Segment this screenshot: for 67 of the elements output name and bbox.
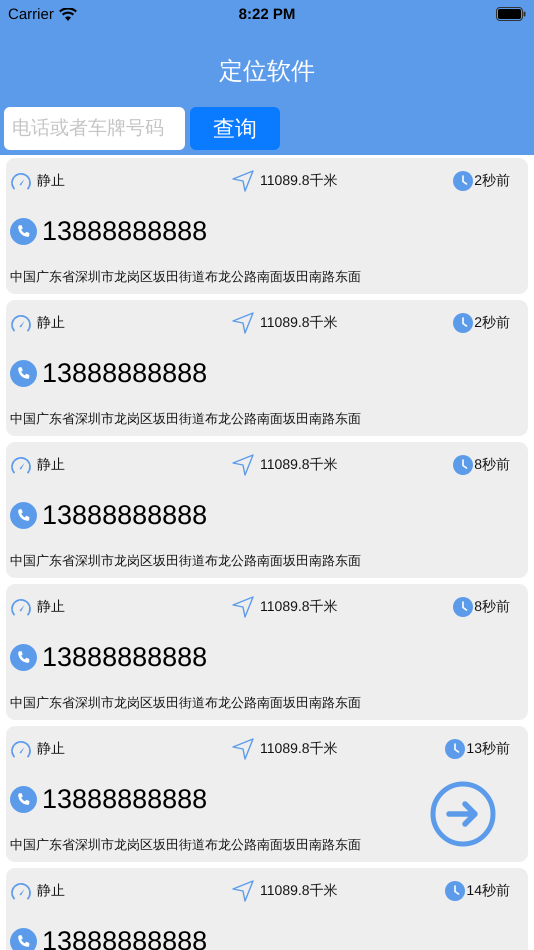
address-text: 中国广东省深圳市龙岗区坂田街道布龙公路南面坂田南路东面 [10, 836, 362, 854]
navigation-arrow-icon [231, 879, 255, 903]
time-ago: 13秒前 [466, 740, 510, 758]
motion-status: 静止 [37, 882, 65, 900]
speedometer-icon [10, 597, 32, 617]
address-text: 中国广东省深圳市龙岗区坂田街道布龙公路南面坂田南路东面 [10, 552, 362, 570]
phone-icon [10, 928, 37, 950]
phone-icon [10, 502, 37, 528]
time-ago: 2秒前 [474, 172, 510, 190]
record-card[interactable]: 静止 11089.8千米 2秒前 13888888888 中国广东省深圳市龙岗区坂田街道布龙公路南面坂田南路东面 [6, 158, 528, 294]
phone-number: 13888888888 [42, 926, 208, 950]
clock-icon [453, 313, 474, 333]
phone-number: 13888888888 [42, 642, 208, 672]
distance-label: 11089.8千米 [260, 598, 338, 616]
address-text: 中国广东省深圳市龙岗区坂田街道布龙公路南面坂田南路东面 [10, 694, 362, 712]
record-card[interactable]: 静止 11089.8千米 8秒前 13888888888 中国广东省深圳市龙岗区坂田街道布龙公路南面坂田南路东面 [6, 584, 528, 720]
arrow-circle-button[interactable] [430, 781, 496, 847]
speedometer-icon [10, 881, 32, 901]
phone-icon [10, 786, 37, 812]
battery-icon [496, 7, 526, 21]
clock-icon [445, 739, 466, 759]
phone-icon [10, 644, 37, 670]
navigation-arrow-icon [231, 169, 255, 193]
motion-status: 静止 [37, 314, 65, 332]
motion-status: 静止 [37, 456, 65, 474]
distance-label: 11089.8千米 [260, 882, 338, 900]
page-title: 定位软件 [219, 57, 315, 87]
navigation-arrow-icon [231, 453, 255, 477]
record-card[interactable]: 静止 11089.8千米 13秒前 13888888888 中国广东省深圳市龙岗区坂田街道布龙公路南面坂田南路东面 [6, 726, 528, 862]
phone-number: 13888888888 [42, 216, 208, 246]
address-text: 中国广东省深圳市龙岗区坂田街道布龙公路南面坂田南路东面 [10, 268, 362, 286]
motion-status: 静止 [37, 598, 65, 616]
distance-label: 11089.8千米 [260, 172, 338, 190]
phone-number: 13888888888 [42, 358, 208, 388]
distance-label: 11089.8千米 [260, 314, 338, 332]
clock-time: 8:22 PM [238, 6, 296, 22]
record-card[interactable]: 静止 11089.8千米 2秒前 13888888888 中国广东省深圳市龙岗区坂田街道布龙公路南面坂田南路东面 [6, 300, 528, 436]
time-ago: 8秒前 [474, 456, 510, 474]
motion-status: 静止 [37, 740, 65, 758]
clock-icon [445, 881, 466, 901]
time-ago: 14秒前 [466, 882, 510, 900]
distance-label: 11089.8千米 [260, 456, 338, 474]
speedometer-icon [10, 455, 32, 475]
wifi-icon [58, 8, 77, 20]
record-card[interactable]: 静止 11089.8千米 14秒前 13888888888 [6, 868, 528, 950]
motion-status: 静止 [37, 172, 65, 190]
speedometer-icon [10, 313, 32, 333]
search-field[interactable]: 电话或者车牌号码 [4, 107, 185, 150]
navigation-arrow-icon [231, 311, 255, 335]
phone-icon [10, 218, 37, 244]
record-card[interactable]: 静止 11089.8千米 8秒前 13888888888 中国广东省深圳市龙岗区坂田街道布龙公路南面坂田南路东面 [6, 442, 528, 578]
clock-icon [453, 455, 474, 475]
speedometer-icon [10, 171, 32, 191]
distance-label: 11089.8千米 [260, 740, 338, 758]
search-button[interactable]: 查询 [190, 107, 280, 150]
phone-number: 13888888888 [42, 500, 208, 530]
clock-icon [453, 171, 474, 191]
phone-number: 13888888888 [42, 784, 208, 814]
time-ago: 2秒前 [474, 314, 510, 332]
phone-icon [10, 360, 37, 386]
clock-icon [453, 597, 474, 617]
carrier-label: Carrier [8, 6, 54, 22]
time-ago: 8秒前 [474, 598, 510, 616]
navigation-arrow-icon [231, 595, 255, 619]
speedometer-icon [10, 739, 32, 759]
address-text: 中国广东省深圳市龙岗区坂田街道布龙公路南面坂田南路东面 [10, 410, 362, 428]
navigation-arrow-icon [231, 737, 255, 761]
